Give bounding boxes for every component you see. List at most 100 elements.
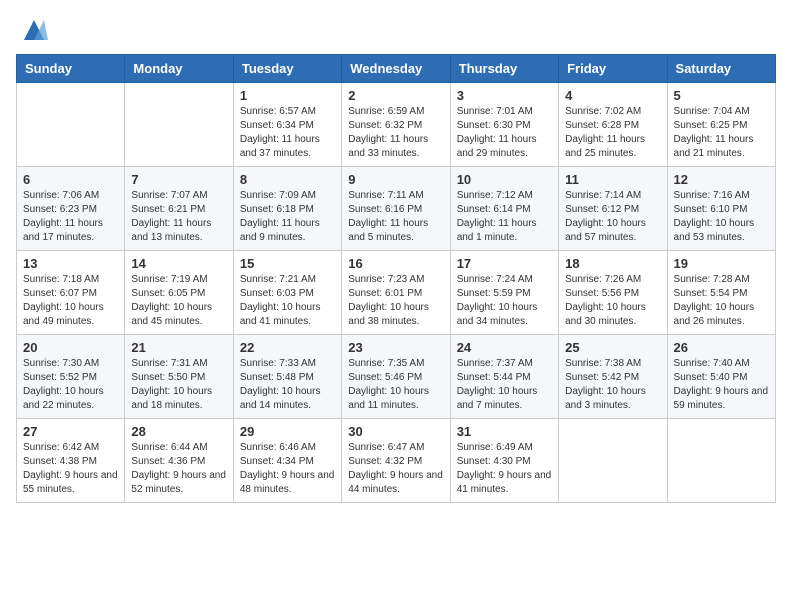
day-number: 23 xyxy=(348,340,443,355)
day-info: Sunrise: 6:49 AM Sunset: 4:30 PM Dayligh… xyxy=(457,441,552,497)
calendar-week-row: 6 Sunrise: 7:06 AM Sunset: 6:23 PM Daylig… xyxy=(17,167,776,251)
day-number: 9 xyxy=(348,172,443,187)
calendar: SundayMondayTuesdayWednesdayThursdayFrid… xyxy=(16,54,776,503)
day-number: 13 xyxy=(23,256,118,271)
day-info: Sunrise: 7:01 AM Sunset: 6:30 PM Dayligh… xyxy=(457,105,552,161)
calendar-cell xyxy=(125,83,233,167)
day-info: Sunrise: 6:46 AM Sunset: 4:34 PM Dayligh… xyxy=(240,441,335,497)
day-number: 25 xyxy=(565,340,660,355)
day-number: 27 xyxy=(23,424,118,439)
day-number: 17 xyxy=(457,256,552,271)
calendar-cell: 18 Sunrise: 7:26 AM Sunset: 5:56 PM Dayli… xyxy=(559,251,667,335)
calendar-cell: 10 Sunrise: 7:12 AM Sunset: 6:14 PM Dayli… xyxy=(450,167,558,251)
day-number: 16 xyxy=(348,256,443,271)
day-number: 2 xyxy=(348,88,443,103)
day-of-week-header: Saturday xyxy=(667,55,775,83)
calendar-cell: 2 Sunrise: 6:59 AM Sunset: 6:32 PM Daylig… xyxy=(342,83,450,167)
day-number: 14 xyxy=(131,256,226,271)
day-info: Sunrise: 7:16 AM Sunset: 6:10 PM Dayligh… xyxy=(674,189,769,245)
calendar-cell: 16 Sunrise: 7:23 AM Sunset: 6:01 PM Dayli… xyxy=(342,251,450,335)
calendar-week-row: 20 Sunrise: 7:30 AM Sunset: 5:52 PM Dayli… xyxy=(17,335,776,419)
day-info: Sunrise: 7:24 AM Sunset: 5:59 PM Dayligh… xyxy=(457,273,552,329)
calendar-cell: 20 Sunrise: 7:30 AM Sunset: 5:52 PM Dayli… xyxy=(17,335,125,419)
day-info: Sunrise: 6:47 AM Sunset: 4:32 PM Dayligh… xyxy=(348,441,443,497)
day-info: Sunrise: 7:07 AM Sunset: 6:21 PM Dayligh… xyxy=(131,189,226,245)
day-info: Sunrise: 7:40 AM Sunset: 5:40 PM Dayligh… xyxy=(674,357,769,413)
calendar-cell: 17 Sunrise: 7:24 AM Sunset: 5:59 PM Dayli… xyxy=(450,251,558,335)
calendar-cell: 26 Sunrise: 7:40 AM Sunset: 5:40 PM Dayli… xyxy=(667,335,775,419)
day-number: 30 xyxy=(348,424,443,439)
day-info: Sunrise: 7:37 AM Sunset: 5:44 PM Dayligh… xyxy=(457,357,552,413)
calendar-cell xyxy=(559,419,667,503)
calendar-cell: 15Sunrise: 7:21 AM Sunset: 6:03 PM Dayli… xyxy=(233,251,341,335)
day-of-week-header: Thursday xyxy=(450,55,558,83)
calendar-cell: 23 Sunrise: 7:35 AM Sunset: 5:46 PM Dayli… xyxy=(342,335,450,419)
calendar-cell: 7 Sunrise: 7:07 AM Sunset: 6:21 PM Daylig… xyxy=(125,167,233,251)
day-info: Sunrise: 7:30 AM Sunset: 5:52 PM Dayligh… xyxy=(23,357,118,413)
calendar-week-row: 1Sunrise: 6:57 AM Sunset: 6:34 PM Daylig… xyxy=(17,83,776,167)
day-number: 26 xyxy=(674,340,769,355)
day-info: Sunrise: 7:02 AM Sunset: 6:28 PM Dayligh… xyxy=(565,105,660,161)
day-info: Sunrise: 7:14 AM Sunset: 6:12 PM Dayligh… xyxy=(565,189,660,245)
calendar-cell: 3 Sunrise: 7:01 AM Sunset: 6:30 PM Daylig… xyxy=(450,83,558,167)
day-number: 10 xyxy=(457,172,552,187)
day-number: 5 xyxy=(674,88,769,103)
day-number: 8 xyxy=(240,172,335,187)
day-info: Sunrise: 7:19 AM Sunset: 6:05 PM Dayligh… xyxy=(131,273,226,329)
day-number: 18 xyxy=(565,256,660,271)
logo-icon xyxy=(20,16,48,44)
calendar-cell: 28Sunrise: 6:44 AM Sunset: 4:36 PM Dayli… xyxy=(125,419,233,503)
day-number: 15 xyxy=(240,256,335,271)
calendar-cell: 9Sunrise: 7:11 AM Sunset: 6:16 PM Daylig… xyxy=(342,167,450,251)
day-info: Sunrise: 7:28 AM Sunset: 5:54 PM Dayligh… xyxy=(674,273,769,329)
calendar-cell xyxy=(17,83,125,167)
day-of-week-header: Tuesday xyxy=(233,55,341,83)
calendar-cell: 11 Sunrise: 7:14 AM Sunset: 6:12 PM Dayli… xyxy=(559,167,667,251)
day-info: Sunrise: 7:26 AM Sunset: 5:56 PM Dayligh… xyxy=(565,273,660,329)
day-info: Sunrise: 7:23 AM Sunset: 6:01 PM Dayligh… xyxy=(348,273,443,329)
calendar-cell: 19 Sunrise: 7:28 AM Sunset: 5:54 PM Dayli… xyxy=(667,251,775,335)
calendar-cell: 5 Sunrise: 7:04 AM Sunset: 6:25 PM Daylig… xyxy=(667,83,775,167)
calendar-cell xyxy=(667,419,775,503)
day-info: Sunrise: 7:35 AM Sunset: 5:46 PM Dayligh… xyxy=(348,357,443,413)
calendar-cell: 22 Sunrise: 7:33 AM Sunset: 5:48 PM Dayli… xyxy=(233,335,341,419)
day-number: 3 xyxy=(457,88,552,103)
calendar-cell: 29 Sunrise: 6:46 AM Sunset: 4:34 PM Dayli… xyxy=(233,419,341,503)
day-info: Sunrise: 7:04 AM Sunset: 6:25 PM Dayligh… xyxy=(674,105,769,161)
day-number: 22 xyxy=(240,340,335,355)
day-info: Sunrise: 7:09 AM Sunset: 6:18 PM Dayligh… xyxy=(240,189,335,245)
day-info: Sunrise: 7:38 AM Sunset: 5:42 PM Dayligh… xyxy=(565,357,660,413)
calendar-cell: 31Sunrise: 6:49 AM Sunset: 4:30 PM Dayli… xyxy=(450,419,558,503)
day-info: Sunrise: 7:33 AM Sunset: 5:48 PM Dayligh… xyxy=(240,357,335,413)
day-info: Sunrise: 6:57 AM Sunset: 6:34 PM Dayligh… xyxy=(240,105,335,161)
calendar-cell: 12Sunrise: 7:16 AM Sunset: 6:10 PM Dayli… xyxy=(667,167,775,251)
day-number: 24 xyxy=(457,340,552,355)
day-number: 4 xyxy=(565,88,660,103)
calendar-cell: 30 Sunrise: 6:47 AM Sunset: 4:32 PM Dayli… xyxy=(342,419,450,503)
day-number: 7 xyxy=(131,172,226,187)
calendar-cell: 1Sunrise: 6:57 AM Sunset: 6:34 PM Daylig… xyxy=(233,83,341,167)
calendar-cell: 27 Sunrise: 6:42 AM Sunset: 4:38 PM Dayli… xyxy=(17,419,125,503)
day-info: Sunrise: 6:42 AM Sunset: 4:38 PM Dayligh… xyxy=(23,441,118,497)
day-info: Sunrise: 7:12 AM Sunset: 6:14 PM Dayligh… xyxy=(457,189,552,245)
page-header xyxy=(16,16,776,44)
day-number: 11 xyxy=(565,172,660,187)
day-info: Sunrise: 7:18 AM Sunset: 6:07 PM Dayligh… xyxy=(23,273,118,329)
day-number: 6 xyxy=(23,172,118,187)
calendar-cell: 8 Sunrise: 7:09 AM Sunset: 6:18 PM Daylig… xyxy=(233,167,341,251)
logo xyxy=(16,16,48,44)
day-number: 28 xyxy=(131,424,226,439)
day-number: 21 xyxy=(131,340,226,355)
day-info: Sunrise: 7:31 AM Sunset: 5:50 PM Dayligh… xyxy=(131,357,226,413)
day-of-week-header: Wednesday xyxy=(342,55,450,83)
calendar-week-row: 27 Sunrise: 6:42 AM Sunset: 4:38 PM Dayli… xyxy=(17,419,776,503)
day-of-week-header: Friday xyxy=(559,55,667,83)
day-number: 19 xyxy=(674,256,769,271)
day-info: Sunrise: 6:59 AM Sunset: 6:32 PM Dayligh… xyxy=(348,105,443,161)
day-info: Sunrise: 7:06 AM Sunset: 6:23 PM Dayligh… xyxy=(23,189,118,245)
calendar-cell: 25 Sunrise: 7:38 AM Sunset: 5:42 PM Dayli… xyxy=(559,335,667,419)
calendar-cell: 4 Sunrise: 7:02 AM Sunset: 6:28 PM Daylig… xyxy=(559,83,667,167)
calendar-header-row: SundayMondayTuesdayWednesdayThursdayFrid… xyxy=(17,55,776,83)
day-number: 20 xyxy=(23,340,118,355)
day-number: 29 xyxy=(240,424,335,439)
